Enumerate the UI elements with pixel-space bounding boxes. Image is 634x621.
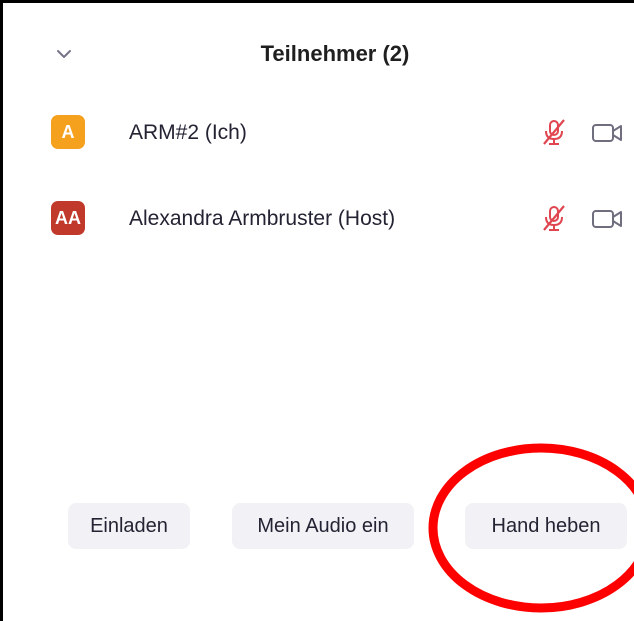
video-off-icon[interactable] [591,121,625,145]
participant-row[interactable]: A ARM#2 (Ich) [3,111,634,167]
panel-header: Teilnehmer (2) [3,31,634,81]
raise-hand-button[interactable]: Hand heben [465,503,627,549]
video-off-icon[interactable] [591,207,625,231]
audio-on-button[interactable]: Mein Audio ein [232,503,414,549]
participant-name: Alexandra Armbruster (Host) [129,207,396,230]
mic-muted-icon[interactable] [539,117,569,147]
participant-name: ARM#2 (Ich) [129,121,247,144]
mic-muted-icon[interactable] [539,203,569,233]
participants-panel: Teilnehmer (2) A ARM#2 (Ich) AA Alexandr… [0,0,634,621]
invite-button[interactable]: Einladen [68,503,190,549]
avatar: A [51,115,85,149]
participant-row[interactable]: AA Alexandra Armbruster (Host) [3,197,634,253]
panel-title: Teilnehmer (2) [260,41,410,66]
avatar: AA [51,201,85,235]
